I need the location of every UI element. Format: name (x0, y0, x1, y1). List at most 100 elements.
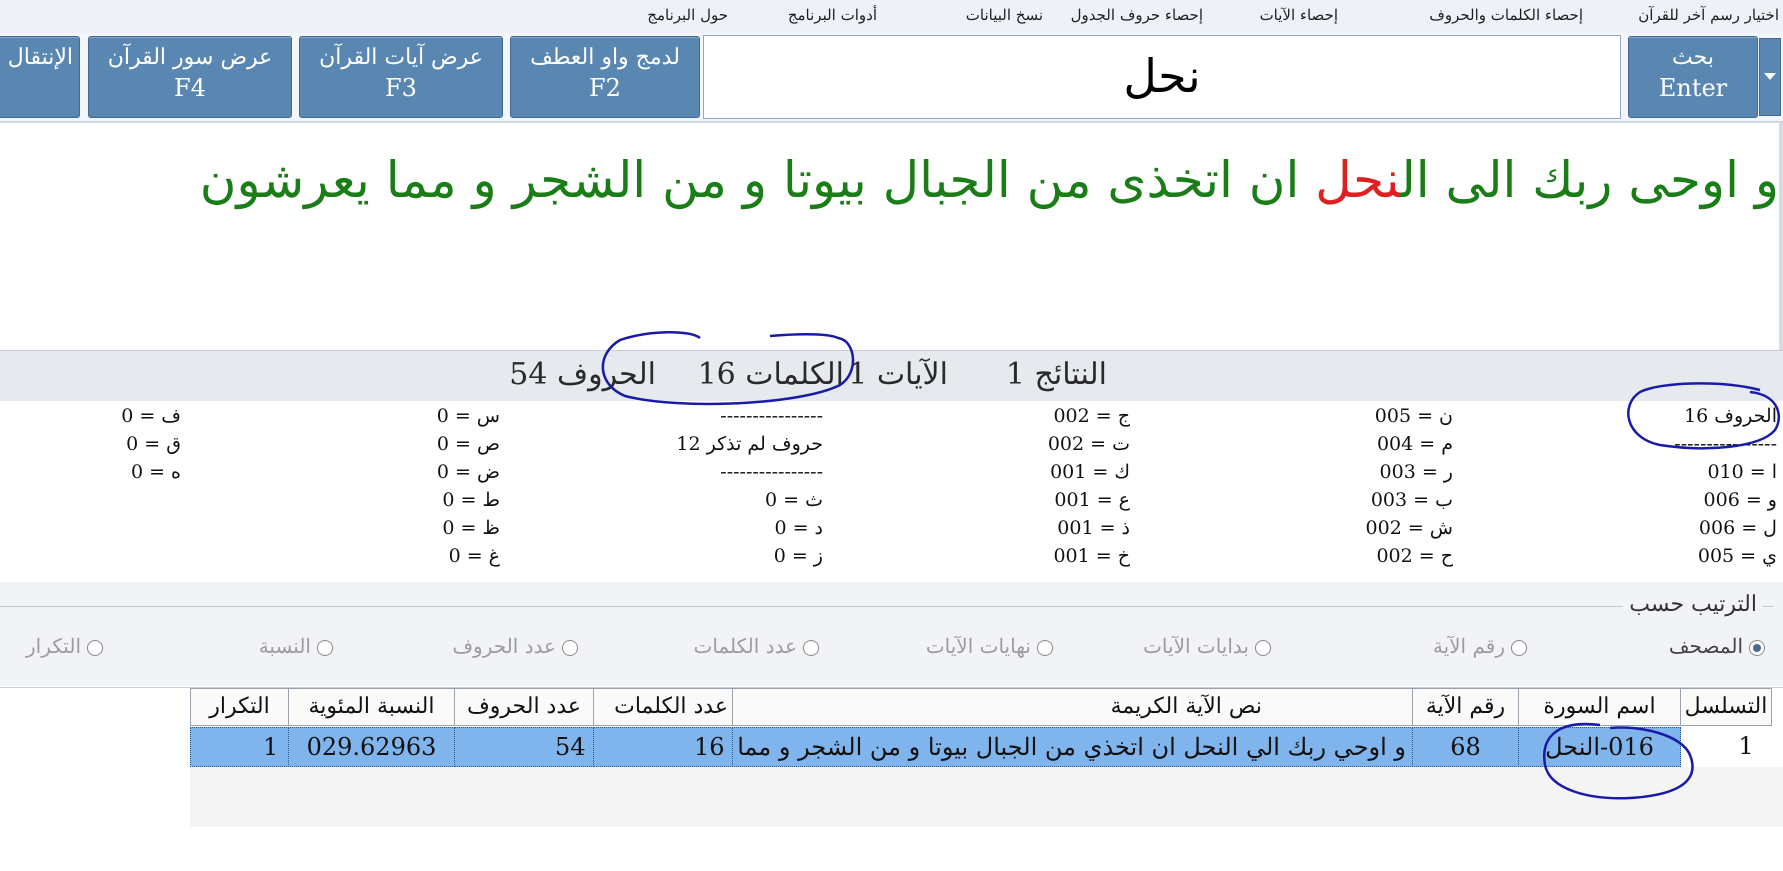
sort-radio-repetition[interactable]: التكرار (26, 634, 103, 658)
menu-tools[interactable]: أدوات البرنامج (788, 6, 877, 24)
sort-radio-mushaf[interactable]: المصحف (1669, 634, 1765, 658)
results-table: التسلسل اسم السورة رقم الآية نص الآية ال… (0, 687, 1783, 871)
table-cell-index[interactable]: 1 (1680, 727, 1772, 767)
summary-bar: النتائج 1 الآيات 1 الكلمات 16 الحروف 54 (0, 350, 1783, 402)
radio-icon (317, 639, 333, 656)
column-header[interactable]: نص الآية الكريمة (732, 688, 1413, 726)
letters-count: الحروف 54 (509, 357, 656, 392)
vertical-scrollbar[interactable] (1779, 122, 1783, 350)
stat-item: ا = 010 (1707, 461, 1777, 483)
search-history-dropdown[interactable] (1759, 38, 1781, 116)
search-input[interactable]: نحل (703, 35, 1621, 119)
table-cell-ayah-text[interactable]: و اوحي ربك الي النحل ان اتخذي من الجبال … (732, 727, 1413, 767)
stat-item: ش = 002 (1365, 517, 1453, 539)
stat-item: ب = 003 (1370, 489, 1453, 511)
radio-label: النسبة (258, 634, 311, 658)
words-count: الكلمات 16 (697, 357, 844, 392)
menu-ayat-stats[interactable]: إحصاء الآيات (1260, 6, 1338, 24)
radio-icon (562, 639, 578, 656)
menu-copy-data[interactable]: نسخ البيانات (966, 6, 1043, 24)
verse-text: و اوحى ربك الى النحل ان اتخذى من الجبال … (200, 151, 1779, 209)
column-header[interactable]: التكرار (190, 688, 289, 726)
column-header[interactable]: عدد الحروف (454, 688, 594, 726)
radio-icon (1511, 639, 1527, 656)
table-cell-letter-count[interactable]: 54 (454, 727, 594, 767)
sort-radio-ayah-beginnings[interactable]: بدايات الآيات (1143, 634, 1271, 658)
show-surahs-key: F4 (174, 74, 206, 102)
menu-choose-script[interactable]: اختيار رسم آخر للقرآن (1638, 6, 1779, 24)
column-header[interactable]: عدد الكلمات (593, 688, 733, 726)
sort-options-group: الترتيب حسب المصحف رقم الآية بدايات الآي… (0, 582, 1783, 686)
show-surahs-button[interactable]: عرض سور القرآن F4 (88, 36, 292, 118)
search-button[interactable]: بحث Enter (1628, 36, 1758, 118)
radio-icon (1037, 639, 1053, 656)
stat-item: ---------------- (720, 461, 823, 483)
letter-stats-panel: الحروف 16 ---------------- ا = 010 و = 0… (0, 401, 1783, 581)
show-ayat-key: F3 (385, 74, 417, 102)
stat-item: ض = 0 (436, 461, 500, 483)
sort-legend: الترتيب حسب (1623, 592, 1763, 617)
menu-about[interactable]: حول البرنامج (647, 6, 728, 24)
stat-item: ص = 0 (436, 433, 500, 455)
stat-item: ج = 002 (1053, 405, 1130, 427)
sort-radio-ayah-endings[interactable]: نهايات الآيات (926, 634, 1053, 658)
sort-radio-ayah-number[interactable]: رقم الآية (1433, 634, 1527, 658)
stat-item: ل = 006 (1698, 517, 1777, 539)
table-cell-repetition[interactable]: 1 (190, 727, 289, 767)
stat-item: ه = 0 (130, 461, 181, 483)
show-ayat-label: عرض آيات القرآن (319, 45, 483, 70)
stat-item: حروف لم تذكر 12 (676, 433, 823, 455)
merge-waw-button[interactable]: لدمج واو العطف F2 (510, 36, 700, 118)
ayat-count: الآيات 1 (848, 357, 948, 392)
radio-icon (87, 639, 103, 656)
sort-radio-ratio[interactable]: النسبة (259, 634, 333, 658)
navigate-button[interactable]: الإنتقال (0, 36, 80, 118)
search-button-label: بحث (1672, 45, 1714, 70)
stat-item: خ = 001 (1053, 545, 1130, 567)
table-cell-ratio[interactable]: 029.62963 (288, 727, 455, 767)
sort-radio-letter-count[interactable]: عدد الحروف (452, 634, 578, 658)
table-empty-area (190, 767, 1783, 827)
column-header[interactable]: اسم السورة (1518, 688, 1681, 726)
merge-waw-label: لدمج واو العطف (530, 45, 680, 70)
stat-item: د = 0 (774, 517, 823, 539)
menu-bar: اختيار رسم آخر للقرآن إحصاء الكلمات والح… (0, 0, 1783, 34)
menu-word-letter-stats[interactable]: إحصاء الكلمات والحروف (1429, 6, 1583, 24)
radio-icon (1255, 639, 1271, 656)
stat-item: ح = 002 (1376, 545, 1453, 567)
verse-display: و اوحى ربك الى النحل ان اتخذى من الجبال … (0, 122, 1783, 351)
radio-label: التكرار (26, 634, 81, 658)
stat-item: ---------------- (720, 405, 823, 427)
stat-item: ك = 001 (1050, 461, 1130, 483)
column-header[interactable]: رقم الآية (1412, 688, 1519, 726)
radio-label: عدد الحروف (452, 634, 556, 658)
stat-item: الحروف 16 (1684, 405, 1777, 427)
stat-item: و = 006 (1703, 489, 1777, 511)
search-button-key: Enter (1658, 74, 1728, 102)
stat-item: ث = 0 (765, 489, 823, 511)
stat-item: ذ = 001 (1057, 517, 1130, 539)
stat-item: ز = 0 (773, 545, 823, 567)
stat-item: ق = 0 (126, 433, 181, 455)
stat-item: ن = 005 (1374, 405, 1453, 427)
sort-radio-word-count[interactable]: عدد الكلمات (693, 634, 819, 658)
column-header[interactable]: النسبة المئوية (288, 688, 455, 726)
table-cell-ayah-number[interactable]: 68 (1412, 727, 1519, 767)
results-count: النتائج 1 (1005, 357, 1107, 392)
verse-text-before: و اوحى ربك الى ال (1400, 151, 1779, 209)
radio-label: عدد الكلمات (693, 634, 798, 658)
radio-label: رقم الآية (1432, 634, 1505, 658)
column-header[interactable]: التسلسل (1680, 688, 1772, 726)
navigate-label: الإنتقال (7, 45, 73, 70)
menu-table-letter-stats[interactable]: إحصاء حروف الجدول (1071, 6, 1203, 24)
table-cell-word-count[interactable]: 16 (593, 727, 733, 767)
radio-icon (803, 639, 819, 656)
stat-item: ظ = 0 (442, 517, 500, 539)
radio-label: نهايات الآيات (925, 634, 1031, 658)
radio-selected-icon (1749, 639, 1765, 656)
stat-item: س = 0 (436, 405, 500, 427)
table-cell-surah[interactable]: 016-النحل (1518, 727, 1681, 767)
show-surahs-label: عرض سور القرآن (107, 45, 273, 70)
stat-item: ر = 003 (1379, 461, 1453, 483)
show-ayat-button[interactable]: عرض آيات القرآن F3 (299, 36, 503, 118)
